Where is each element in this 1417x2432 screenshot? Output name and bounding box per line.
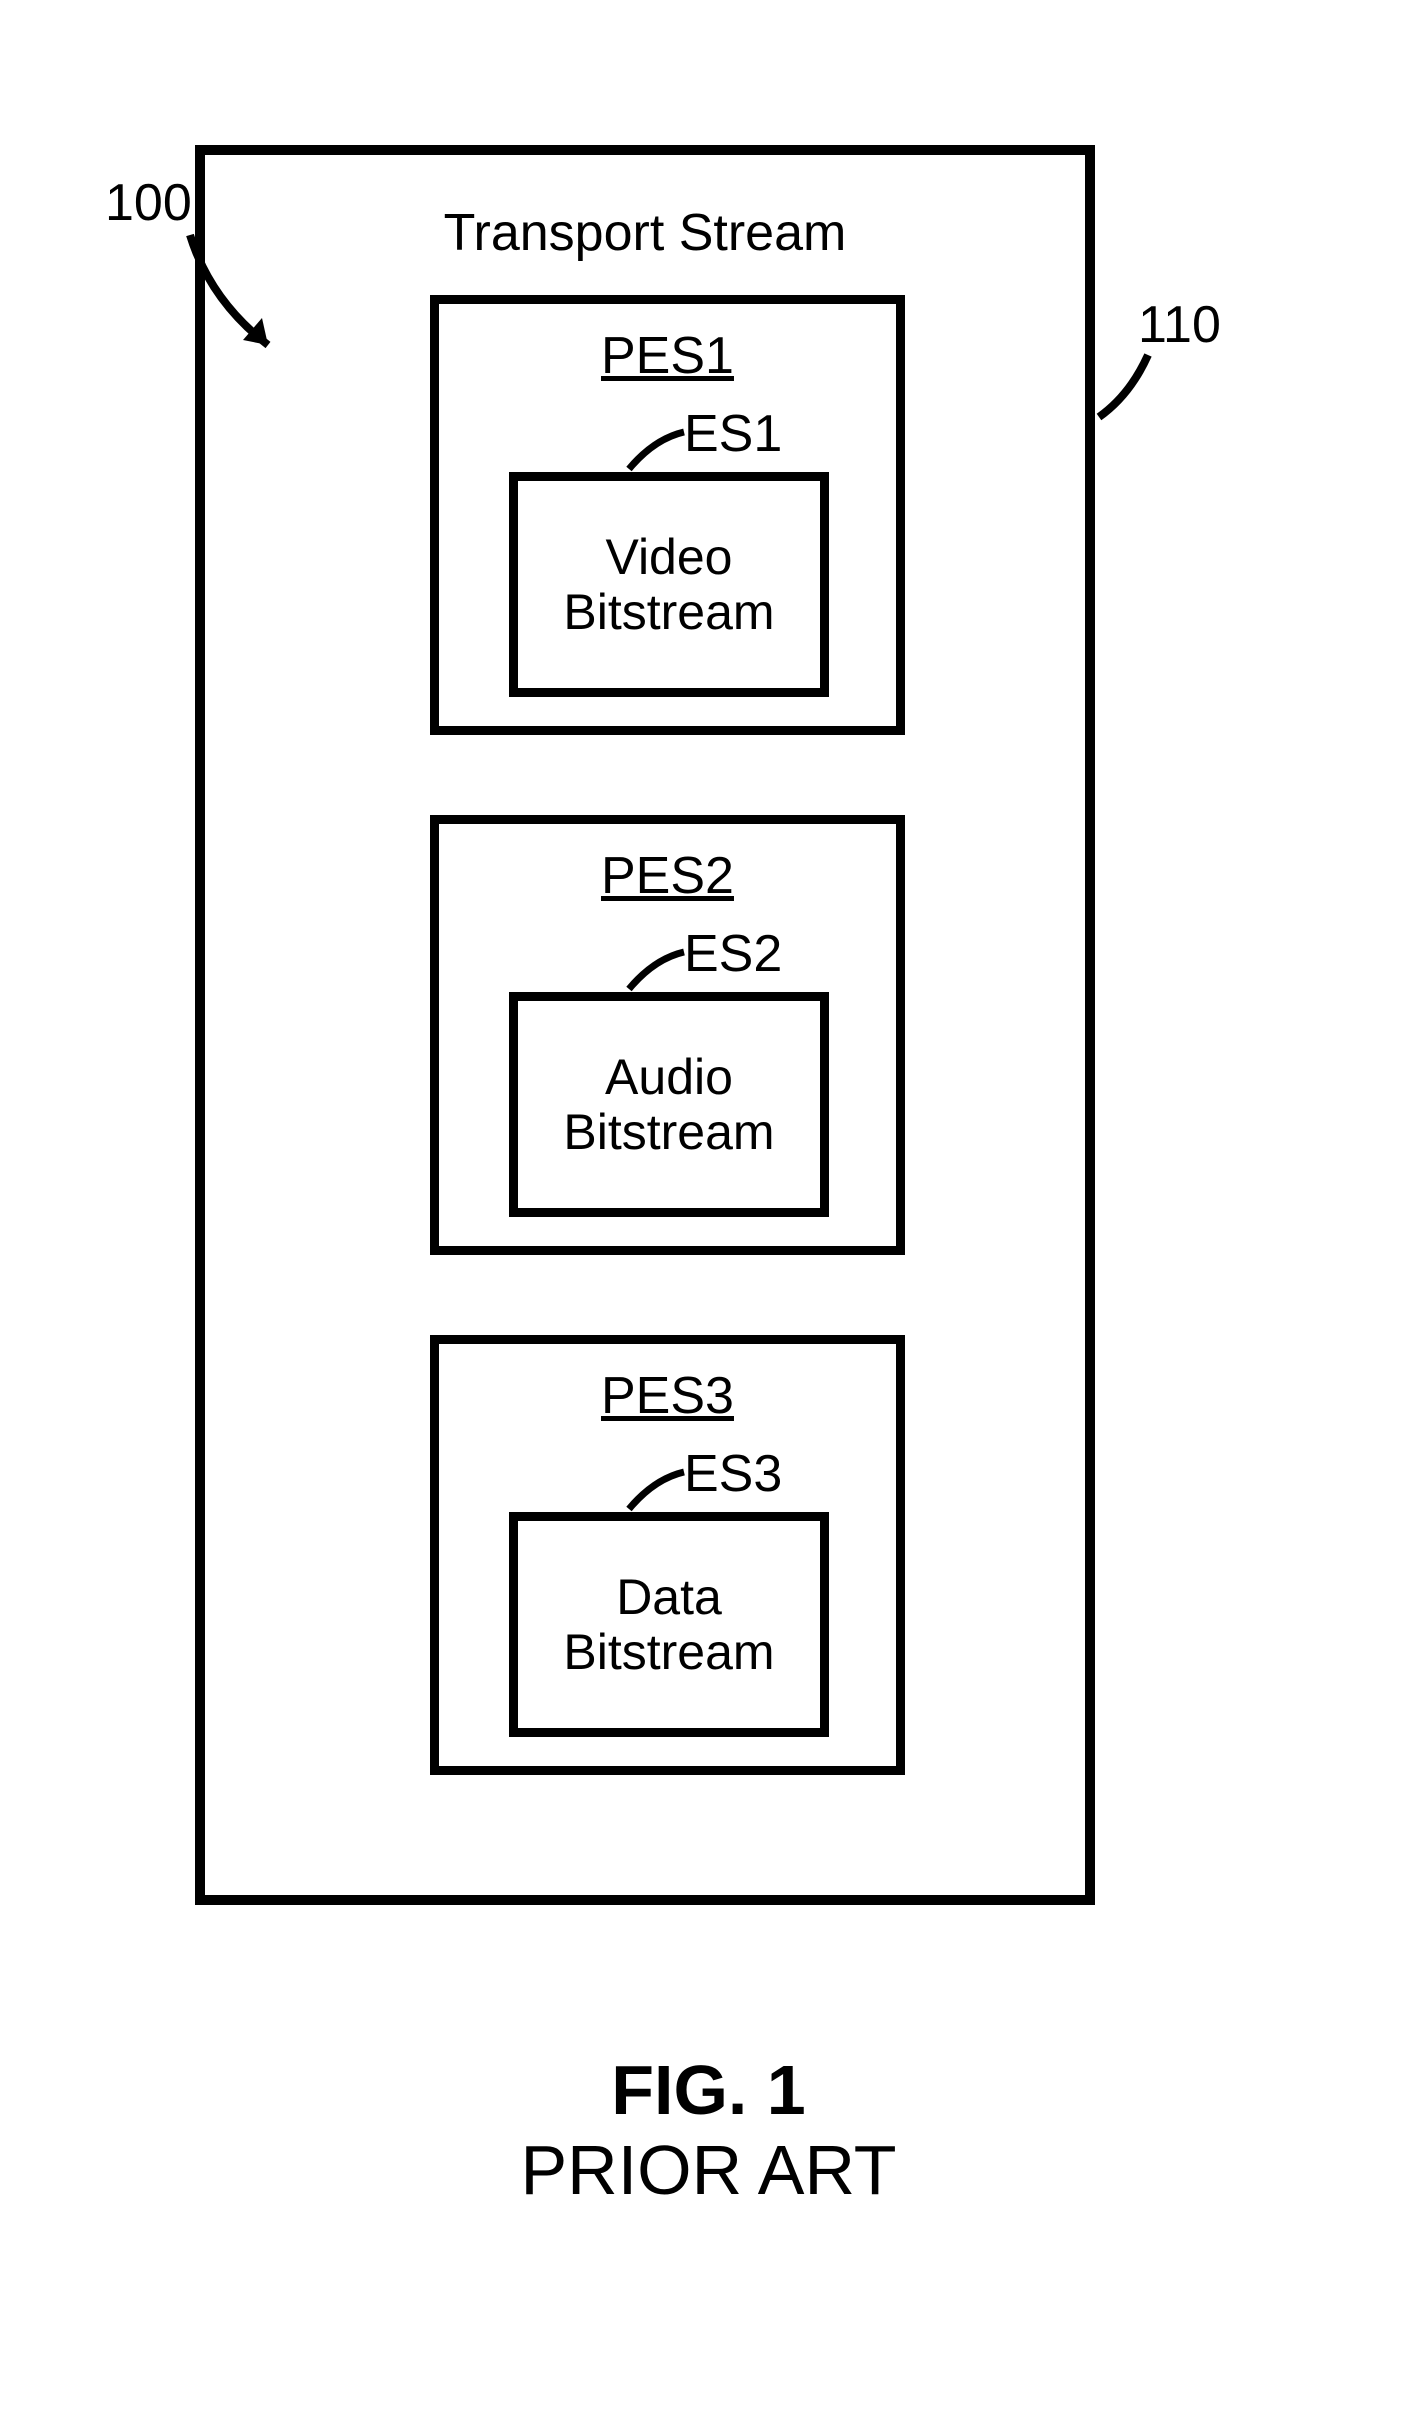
es1-label: ES1 [684, 404, 782, 464]
pes2-box: PES2 ES2 Audio Bitstream [430, 815, 905, 1255]
transport-stream-title: Transport Stream [205, 203, 1085, 263]
es1-content-line2: Bitstream [563, 585, 774, 640]
transport-stream-container: Transport Stream PES1 ES1 Video Bitstrea… [195, 145, 1095, 1905]
callout-110: 110 [1138, 295, 1221, 355]
figure-title: FIG. 1 [0, 2050, 1417, 2130]
pes1-box: PES1 ES1 Video Bitstream [430, 295, 905, 735]
pes3-box: PES3 ES3 Data Bitstream [430, 1335, 905, 1775]
es3-content-line2: Bitstream [563, 1625, 774, 1680]
es3-content-line1: Data [616, 1570, 722, 1625]
es1-content-line1: Video [606, 530, 733, 585]
es2-label: ES2 [684, 924, 782, 984]
es2-content-line1: Audio [605, 1050, 733, 1105]
es2-box: Audio Bitstream [509, 992, 829, 1217]
es3-box: Data Bitstream [509, 1512, 829, 1737]
pes3-title: PES3 [439, 1366, 896, 1426]
pes1-title: PES1 [439, 326, 896, 386]
callout-100: 100 [105, 173, 192, 233]
pes2-title: PES2 [439, 846, 896, 906]
es2-content-line2: Bitstream [563, 1105, 774, 1160]
es3-label: ES3 [684, 1444, 782, 1504]
es1-box: Video Bitstream [509, 472, 829, 697]
figure-subtitle: PRIOR ART [0, 2130, 1417, 2210]
figure-caption: FIG. 1 PRIOR ART [0, 2050, 1417, 2210]
